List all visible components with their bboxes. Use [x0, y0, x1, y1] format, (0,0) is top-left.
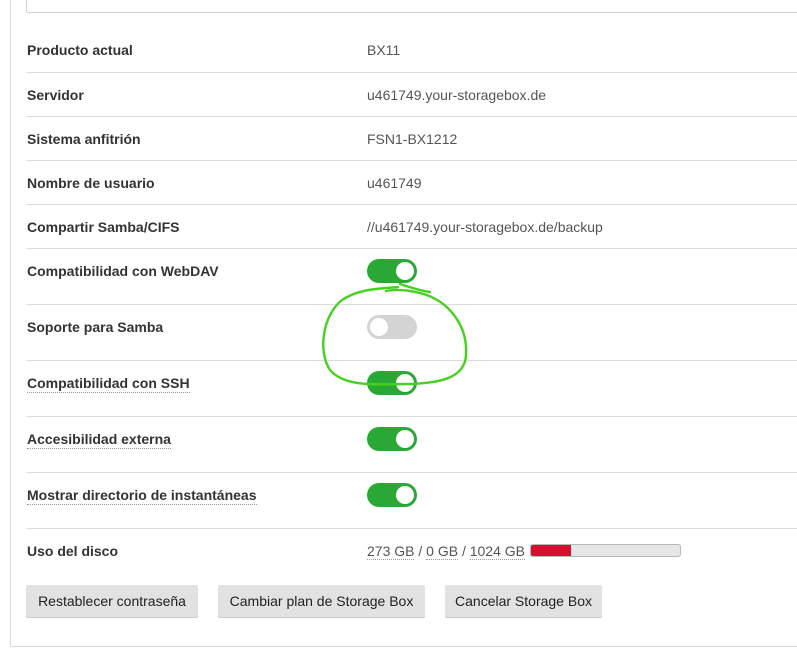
- label-host-system: Sistema anfitrión: [27, 131, 141, 147]
- label-external-access: Accesibilidad externa: [27, 431, 171, 449]
- top-box-edge: [26, 0, 797, 13]
- cancel-storage-box-button[interactable]: Cancelar Storage Box: [445, 585, 602, 617]
- row-server: Servidor u461749.your-storagebox.de: [27, 72, 797, 116]
- toggle-knob: [370, 318, 388, 336]
- label-disk-usage: Uso del disco: [27, 543, 119, 559]
- disk-usage-bar: [530, 544, 681, 557]
- disk-usage-fill: [531, 545, 571, 556]
- toggle-samba-support[interactable]: [367, 315, 417, 339]
- toggle-webdav[interactable]: [367, 259, 417, 283]
- disk-separator: /: [458, 543, 470, 559]
- toggle-external-access[interactable]: [367, 427, 417, 451]
- reset-password-button[interactable]: Restablecer contraseña: [26, 585, 198, 617]
- value-host-system: FSN1-BX1212: [367, 131, 458, 147]
- label-ssh: Compatibilidad con SSH: [27, 375, 190, 393]
- disk-usage-values: 273 GB / 0 GB / 1024 GB: [367, 543, 525, 560]
- label-webdav: Compatibilidad con WebDAV: [27, 263, 219, 279]
- label-samba-share: Compartir Samba/CIFS: [27, 219, 180, 235]
- toggle-knob: [396, 430, 414, 448]
- disk-snapshots: 0 GB: [426, 543, 459, 560]
- toggle-knob: [396, 486, 414, 504]
- disk-used: 273 GB: [367, 543, 415, 560]
- row-username: Nombre de usuario u461749: [27, 160, 797, 204]
- label-username: Nombre de usuario: [27, 175, 155, 191]
- value-server: u461749.your-storagebox.de: [367, 87, 547, 103]
- disk-total: 1024 GB: [469, 543, 525, 560]
- value-username: u461749: [367, 175, 422, 191]
- row-host-system: Sistema anfitrión FSN1-BX1212: [27, 116, 797, 160]
- row-samba-support: Soporte para Samba: [27, 304, 797, 360]
- change-plan-button[interactable]: Cambiar plan de Storage Box: [218, 585, 425, 617]
- toggle-show-snapshots[interactable]: [367, 483, 417, 507]
- row-show-snapshots: Mostrar directorio de instantáneas: [27, 472, 797, 528]
- toggle-knob: [396, 262, 414, 280]
- label-samba-support: Soporte para Samba: [27, 319, 164, 335]
- row-webdav: Compatibilidad con WebDAV: [27, 248, 797, 304]
- row-ssh: Compatibilidad con SSH: [27, 360, 797, 416]
- row-disk-usage: Uso del disco 273 GB / 0 GB / 1024 GB: [27, 528, 797, 572]
- toggle-ssh[interactable]: [367, 371, 417, 395]
- label-current-product: Producto actual: [27, 42, 133, 58]
- row-current-product: Producto actual BX11: [27, 27, 797, 73]
- disk-separator: /: [414, 543, 427, 559]
- value-current-product: BX11: [367, 42, 401, 58]
- toggle-knob: [396, 374, 414, 392]
- label-server: Servidor: [27, 87, 84, 103]
- row-samba-share: Compartir Samba/CIFS //u461749.your-stor…: [27, 204, 797, 248]
- label-show-snapshots: Mostrar directorio de instantáneas: [27, 487, 257, 505]
- value-samba-share: //u461749.your-storagebox.de/backup: [367, 219, 603, 235]
- row-external-access: Accesibilidad externa: [27, 416, 797, 472]
